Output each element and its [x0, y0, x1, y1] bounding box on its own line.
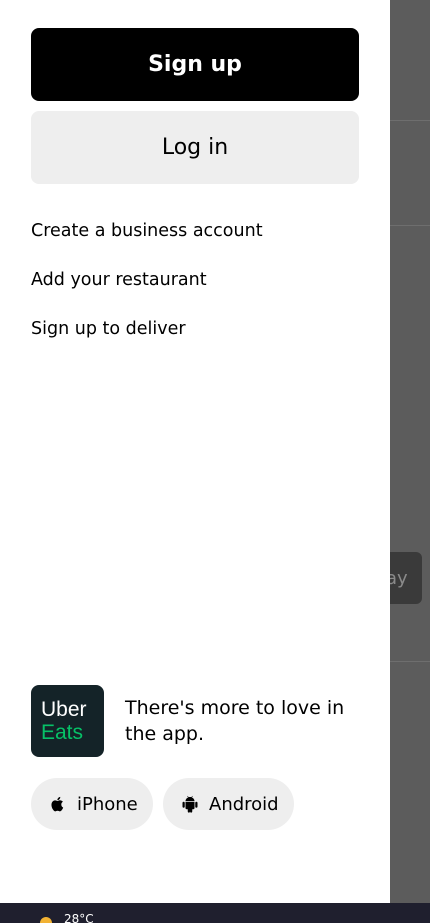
- side-drawer: Sign up Log in Create a business account…: [0, 0, 390, 903]
- uber-eats-logo: Uber Eats: [31, 685, 104, 757]
- background-button: ay: [388, 552, 422, 604]
- logo-text-eats: Eats: [41, 721, 84, 744]
- app-promo-text: There's more to love in the app.: [125, 697, 345, 745]
- android-icon: [182, 795, 198, 813]
- temperature-text[interactable]: 28°C: [64, 913, 94, 923]
- create-business-account-link[interactable]: Create a business account: [31, 220, 263, 242]
- iphone-label: iPhone: [77, 793, 138, 815]
- log-in-button[interactable]: Log in: [31, 111, 359, 184]
- sign-up-to-deliver-link[interactable]: Sign up to deliver: [31, 318, 186, 340]
- android-app-button[interactable]: Android: [163, 778, 294, 830]
- iphone-app-button[interactable]: iPhone: [31, 778, 153, 830]
- background-divider: [390, 120, 430, 121]
- background-overlay[interactable]: [390, 0, 430, 903]
- weather-sun-icon[interactable]: [40, 917, 52, 923]
- background-button-label: ay: [388, 567, 408, 589]
- background-divider: [390, 225, 430, 226]
- sign-up-button[interactable]: Sign up: [31, 28, 359, 101]
- background-divider: [390, 661, 430, 662]
- apple-icon: [51, 796, 64, 812]
- android-label: Android: [209, 793, 279, 815]
- add-restaurant-link[interactable]: Add your restaurant: [31, 269, 207, 291]
- taskbar: 28°C: [0, 903, 430, 923]
- logo-text-uber: Uber: [41, 698, 87, 721]
